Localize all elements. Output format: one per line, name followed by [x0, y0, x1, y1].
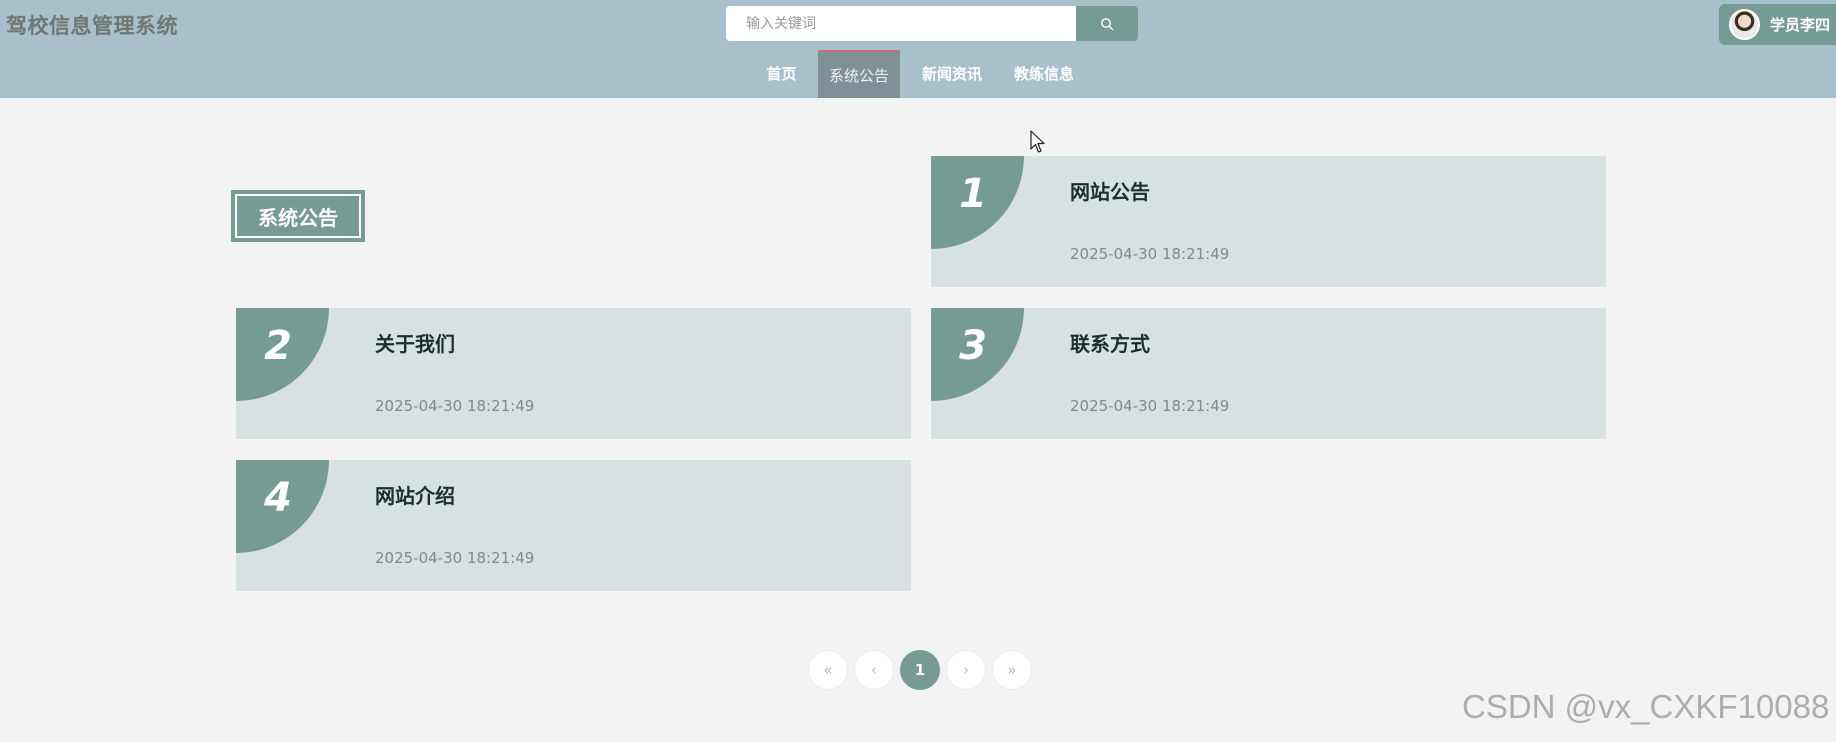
card-date: 2025-04-30 18:21:49 [375, 549, 535, 567]
card-title[interactable]: 联系方式 [1070, 328, 1150, 357]
card-number: 3 [959, 323, 987, 369]
user-menu[interactable]: 学员李四 [1719, 4, 1836, 45]
mouse-cursor-icon [1030, 130, 1045, 153]
section-title-label: 系统公告 [235, 194, 361, 238]
announcement-card[interactable]: 3 联系方式 2025-04-30 18:21:49 [931, 308, 1606, 439]
pager-first-button[interactable]: « [808, 650, 848, 690]
card-date: 2025-04-30 18:21:49 [1070, 245, 1230, 263]
site-title: 驾校信息管理系统 [6, 14, 178, 38]
card-number: 1 [959, 171, 987, 217]
pager-next-button[interactable]: › [946, 650, 986, 690]
card-date: 2025-04-30 18:21:49 [1070, 397, 1230, 415]
pager-prev-button[interactable]: ‹ [854, 650, 894, 690]
search-icon [1101, 17, 1114, 30]
card-number: 4 [264, 475, 292, 521]
search-button[interactable] [1076, 6, 1138, 41]
nav-news[interactable]: 新闻资讯 [914, 50, 990, 98]
card-number: 2 [264, 323, 292, 369]
nav-home[interactable]: 首页 [757, 50, 806, 98]
main-nav: 首页 系统公告 新闻资讯 教练信息 [0, 50, 1836, 98]
user-name: 学员李四 [1770, 16, 1831, 34]
watermark: CSDN @vx_CXKF10088 [1462, 688, 1830, 725]
pager-current-page[interactable]: 1 [900, 650, 940, 690]
pager-last-button[interactable]: » [992, 650, 1032, 690]
announcement-card[interactable]: 4 网站介绍 2025-04-30 18:21:49 [236, 460, 911, 591]
card-title[interactable]: 关于我们 [375, 328, 455, 357]
announcement-card[interactable]: 1 网站公告 2025-04-30 18:21:49 [931, 156, 1606, 287]
section-title: 系统公告 [231, 190, 365, 242]
card-title[interactable]: 网站公告 [1070, 176, 1150, 205]
nav-announcements[interactable]: 系统公告 [818, 50, 900, 98]
search-input[interactable] [726, 6, 1076, 41]
header: 驾校信息管理系统 学员李四 首页 系统公告 新闻资讯 教练信息 [0, 0, 1836, 98]
nav-coaches[interactable]: 教练信息 [1006, 50, 1082, 98]
card-date: 2025-04-30 18:21:49 [375, 397, 535, 415]
avatar [1729, 9, 1760, 40]
card-title[interactable]: 网站介绍 [375, 480, 455, 509]
announcement-card[interactable]: 2 关于我们 2025-04-30 18:21:49 [236, 308, 911, 439]
